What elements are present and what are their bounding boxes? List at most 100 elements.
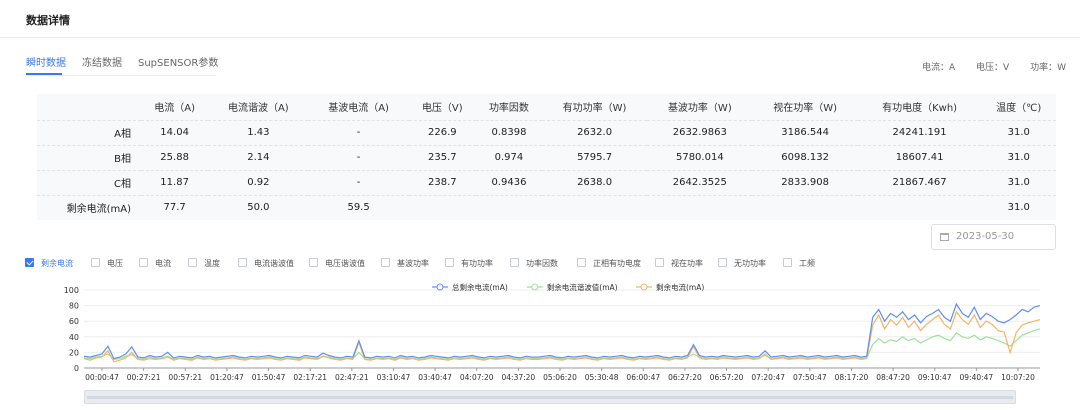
series-line bbox=[83, 302, 1041, 360]
table-row: 剩余电流(mA) 77.7 50.0 59.5 31.0 bbox=[37, 194, 1056, 220]
x-tick-label: 04:37:20 bbox=[502, 373, 536, 382]
residual-current-chart: 0 20 40 60 80 100 00:00:47 00:27:21 00:57:21 01:2… bbox=[64, 282, 1041, 382]
x-tick-label: 09:10:47 bbox=[918, 373, 952, 382]
table-cell: - bbox=[308, 169, 409, 195]
checkbox-icon bbox=[381, 258, 390, 267]
checkbox-icon bbox=[25, 258, 34, 267]
table-cell: 226.9 bbox=[408, 119, 476, 145]
x-tick-label: 04:07:20 bbox=[460, 373, 494, 382]
table-cell: 18607.41 bbox=[857, 144, 982, 170]
table-header-cell: 电压（V) bbox=[421, 103, 463, 115]
checkbox-label: 电压 bbox=[107, 259, 123, 268]
checkbox-label: 剩余电流 bbox=[41, 259, 73, 268]
checkbox-label: 无功功率 bbox=[734, 259, 766, 268]
tab-frozen-data[interactable]: 冻结数据 bbox=[82, 54, 122, 69]
x-tick-label: 06:00:47 bbox=[626, 373, 660, 382]
legend-label: 剩余电流(mA) bbox=[656, 282, 704, 292]
table-cell bbox=[752, 194, 858, 220]
y-tick-label: 80 bbox=[69, 302, 79, 311]
table-cell: 31.0 bbox=[981, 119, 1056, 145]
x-tick-label: 05:30:48 bbox=[585, 373, 619, 382]
table-header-cell: 温度（℃) bbox=[996, 103, 1042, 115]
table-cell: 0.974 bbox=[475, 144, 542, 170]
table-cell: - bbox=[308, 144, 409, 170]
unit-voltage: 电压：V bbox=[976, 63, 1010, 73]
legend-marker bbox=[640, 283, 648, 291]
y-tick-label: 100 bbox=[64, 286, 79, 295]
x-tick-label: 01:50:47 bbox=[252, 373, 286, 382]
x-tick-label: 07:50:47 bbox=[793, 373, 827, 382]
x-tick-label: 03:40:47 bbox=[418, 373, 452, 382]
checkbox-label: 温度 bbox=[204, 259, 220, 268]
table-cell: 2642.3525 bbox=[647, 169, 753, 195]
table-cell: 剩余电流(mA) bbox=[37, 194, 141, 220]
table-row: C相 11.87 0.92 - 238.7 0.9436 2638.0 2642… bbox=[37, 169, 1056, 195]
x-tick-label: 08:17:20 bbox=[835, 373, 869, 382]
checkbox-label: 正相有功电度 bbox=[593, 259, 641, 268]
x-tick-label: 00:57:21 bbox=[168, 373, 202, 382]
date-picker[interactable]: 2023-05-30 bbox=[931, 224, 1056, 250]
table-cell: 0.9436 bbox=[475, 169, 542, 195]
table-header-cell: 电流谐波（A) bbox=[227, 103, 289, 115]
checkbox-icon bbox=[238, 258, 247, 267]
page-title: 数据详情 bbox=[26, 14, 70, 27]
header-bar: 数据详情 bbox=[0, 0, 1080, 38]
table-cell: 14.04 bbox=[141, 119, 209, 145]
table-header-cell: 视在功率（W) bbox=[773, 103, 837, 115]
checkbox-label: 电压谐波值 bbox=[325, 259, 365, 268]
x-tick-label: 08:47:20 bbox=[876, 373, 910, 382]
checkbox-label: 视在功率 bbox=[671, 259, 703, 268]
y-tick-label: 40 bbox=[69, 333, 79, 342]
checkbox-label: 功率因数 bbox=[526, 259, 558, 268]
chart-zoom-slider[interactable] bbox=[84, 390, 1016, 404]
checkbox-icon bbox=[577, 258, 586, 267]
table-cell: 31.0 bbox=[981, 169, 1056, 195]
checkbox-icon bbox=[718, 258, 727, 267]
tab-supsensor-params[interactable]: SupSENSOR参数 bbox=[138, 54, 218, 69]
checkbox-label: 有功功率 bbox=[461, 259, 493, 268]
table-cell: B相 bbox=[37, 144, 141, 170]
series-line bbox=[83, 328, 1041, 361]
calendar-icon bbox=[940, 233, 949, 241]
series-checkbox-group: 剩余电流 电压 电流 温度 电流谐波值 电压谐波值 基波功率 有功功率 功率因数… bbox=[25, 257, 1075, 271]
table-cell: 11.87 bbox=[141, 169, 209, 195]
checkbox-label: 基波功率 bbox=[397, 259, 429, 268]
table-cell bbox=[475, 194, 542, 220]
checkbox-icon bbox=[445, 258, 454, 267]
table-cell: 0.92 bbox=[208, 169, 309, 195]
table-cell bbox=[647, 194, 753, 220]
checkbox-label: 电流谐波值 bbox=[254, 259, 294, 268]
unit-power: 功率：W bbox=[1030, 63, 1066, 73]
x-tick-label: 09:40:47 bbox=[960, 373, 994, 382]
table-cell bbox=[857, 194, 982, 220]
x-tick-label: 02:47:21 bbox=[335, 373, 369, 382]
table-cell: 25.88 bbox=[141, 144, 209, 170]
table-cell: 77.7 bbox=[141, 194, 209, 220]
x-tick-label: 00:00:47 bbox=[85, 373, 119, 382]
x-tick-label: 00:27:21 bbox=[127, 373, 161, 382]
table-cell: 24241.191 bbox=[857, 119, 982, 145]
table-cell: A相 bbox=[37, 119, 141, 145]
table-cell: 6098.132 bbox=[752, 144, 858, 170]
table-cell: 2632.9863 bbox=[647, 119, 753, 145]
tab-instant-data[interactable]: 瞬时数据 bbox=[26, 54, 66, 69]
table-header-cell: 有功功率（W) bbox=[562, 103, 627, 115]
table-cell: 0.8398 bbox=[475, 119, 542, 145]
table-cell bbox=[541, 194, 648, 220]
table-header-cell: 电流（A) bbox=[154, 103, 195, 115]
y-tick-label: 60 bbox=[69, 317, 79, 326]
unit-current: 电流：A bbox=[922, 63, 956, 73]
checkbox-icon bbox=[655, 258, 664, 267]
checkbox-icon bbox=[783, 258, 792, 267]
table-cell: C相 bbox=[37, 169, 141, 195]
checkbox-icon bbox=[309, 258, 318, 267]
table-cell: 238.7 bbox=[408, 169, 476, 195]
instant-data-table: 电流（A) 电流谐波（A) 基波电流（A) 电压（V) 功率因数 有功功率（W)… bbox=[37, 94, 1056, 220]
table-cell: - bbox=[308, 119, 409, 145]
y-tick-label: 0 bbox=[74, 364, 79, 373]
x-tick-label: 02:17:21 bbox=[293, 373, 327, 382]
checkbox-label: 电流 bbox=[155, 259, 171, 268]
table-cell: 50.0 bbox=[208, 194, 309, 220]
table-cell: 59.5 bbox=[308, 194, 409, 220]
legend-label: 总剩余电流(mA) bbox=[452, 282, 508, 292]
